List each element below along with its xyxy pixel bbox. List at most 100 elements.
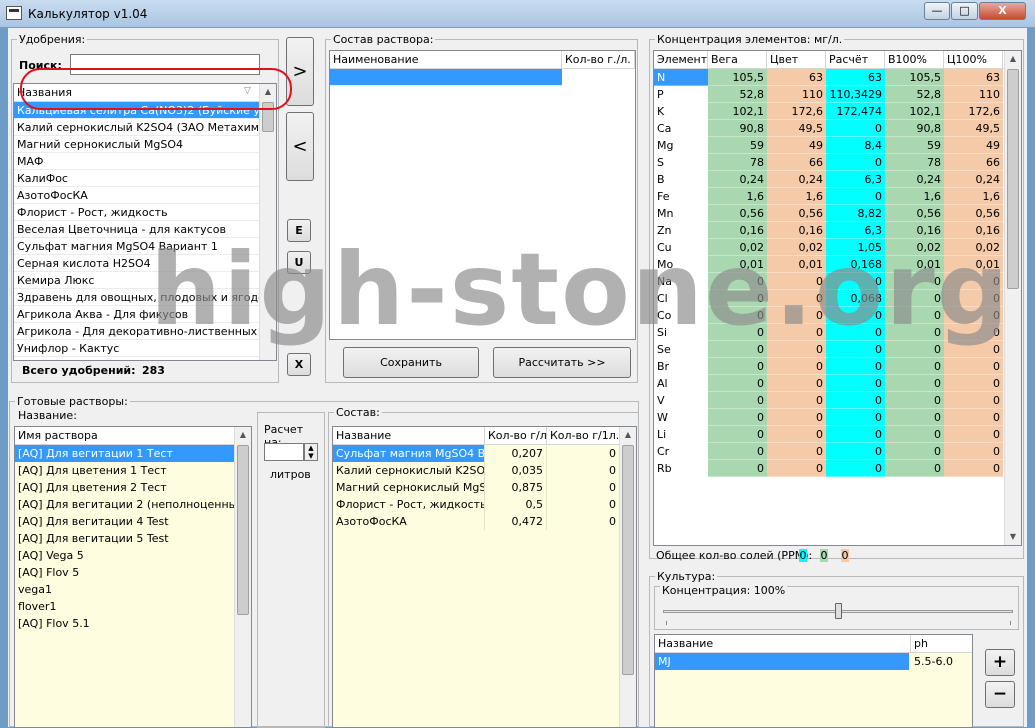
- ready-solution-item[interactable]: [AQ] Для вегитации 1 Тест: [15, 445, 235, 462]
- column-header-value[interactable]: В100%: [885, 51, 944, 69]
- solution-list[interactable]: Наименование Кол-во г./л.: [329, 50, 636, 340]
- scrollbar-thumb[interactable]: [622, 445, 634, 675]
- ready-solutions-header[interactable]: Имя раствора: [15, 427, 235, 445]
- element-row[interactable]: Cl 0 0 0,068 0 0: [654, 290, 1005, 307]
- fertilizer-list-item[interactable]: Веселая Цветочница - для кактусов: [14, 221, 260, 238]
- composition-row[interactable]: АзотоФосКА 0,472 0: [333, 513, 620, 530]
- fertilizer-list-item[interactable]: МАФ: [14, 153, 260, 170]
- elements-table-header[interactable]: Элемент Вега Цвет Расчёт В100% Ц100%: [654, 51, 1005, 69]
- column-header-value[interactable]: Расчёт: [826, 51, 885, 69]
- composition-qty[interactable]: 0,5: [485, 496, 547, 513]
- fertilizer-list-item[interactable]: Сульфат магния MgSO4 Вариант 1: [14, 238, 260, 255]
- element-row[interactable]: Mg 59 49 8,4 59 49: [654, 137, 1005, 154]
- fertilizer-list-item[interactable]: Кемира Люкс: [14, 272, 260, 289]
- scroll-up-arrow-icon[interactable]: ▲: [260, 84, 276, 100]
- element-row[interactable]: W00000: [654, 409, 1005, 426]
- element-row[interactable]: B 0,24 0,24 6,3 0,24 0,24: [654, 171, 1005, 188]
- composition-row[interactable]: Калий сернокислый K2SO4 0,035 0: [333, 462, 620, 479]
- element-row[interactable]: Ca 90,8 49,5 0 90,8 49,5: [654, 120, 1005, 137]
- element-row[interactable]: Cr 0 0 0 0 0: [654, 443, 1005, 460]
- elements-scrollbar[interactable]: ▲ ▼: [1004, 51, 1021, 545]
- element-row[interactable]: Si 0 0 0 0 0: [654, 324, 1005, 341]
- composition-qty[interactable]: 0,035: [485, 462, 547, 479]
- concentration-slider-thumb[interactable]: [835, 603, 842, 619]
- composition-qty[interactable]: 0: [547, 445, 620, 462]
- element-row[interactable]: Zn 0,16 0,16 6,3 0,16 0,16: [654, 222, 1005, 239]
- scroll-up-arrow-icon[interactable]: ▲: [235, 427, 251, 443]
- element-row[interactable]: Co 0 0 0 0 0: [654, 307, 1005, 324]
- elements-table[interactable]: Элемент Вега Цвет Расчёт В100% Ц100% N 105,5 63…: [653, 50, 1022, 546]
- ready-solutions-list[interactable]: Имя раствора [AQ] Для вегитации 1 Тест [A…: [14, 426, 252, 728]
- add-culture-button[interactable]: +: [985, 649, 1015, 676]
- fertilizer-list-item[interactable]: Здравень для овощных, плодовых и ягодовы…: [14, 289, 260, 306]
- fertilizer-list-item[interactable]: АзотоФосКА: [14, 187, 260, 204]
- liters-spinner[interactable]: ▲ ▼: [304, 443, 318, 461]
- element-row[interactable]: Cu 0,02 0,02 1,05 0,02 0,02: [654, 239, 1005, 256]
- culture-row[interactable]: MJ 5.5-6.0: [655, 653, 972, 670]
- scrollbar-thumb[interactable]: [262, 102, 274, 132]
- save-button[interactable]: Сохранить: [343, 347, 479, 378]
- composition-row[interactable]: Флорист - Рост, жидкость 0,5 0: [333, 496, 620, 513]
- calculate-button[interactable]: Рассчитать >>: [493, 347, 631, 378]
- ready-solution-item[interactable]: [AQ] Для вегитации 4 Test: [15, 513, 235, 530]
- ready-solution-item[interactable]: [AQ] Для вегитации 2 (неполноценный): [15, 496, 235, 513]
- element-row[interactable]: Na 0 0 0 0 0: [654, 273, 1005, 290]
- ready-solution-item[interactable]: [AQ] Flov 5: [15, 564, 235, 581]
- edit-button[interactable]: E: [287, 219, 311, 242]
- column-header-g-per-l[interactable]: Кол-во г/л.: [485, 427, 547, 445]
- element-row[interactable]: V00000: [654, 392, 1005, 409]
- ready-solution-item[interactable]: vega1: [15, 581, 235, 598]
- delete-button[interactable]: X: [287, 353, 311, 376]
- search-input[interactable]: [70, 54, 260, 75]
- composition-qty[interactable]: 0: [547, 496, 620, 513]
- fertilizer-list-item[interactable]: Унифлор - Кактус: [14, 340, 260, 357]
- fertilizers-scrollbar[interactable]: ▲: [259, 84, 276, 360]
- fertilizer-list-item[interactable]: Калий сернокислый K2SO4 (ЗАО Метахим): [14, 119, 260, 136]
- column-header-culture-name[interactable]: Название: [655, 635, 911, 653]
- solution-new-row[interactable]: [330, 69, 562, 86]
- scrollbar-thumb[interactable]: [237, 445, 249, 615]
- column-header-ph[interactable]: ph: [911, 635, 972, 653]
- element-row[interactable]: Fe 1,6 1,6 0 1,6 1,6: [654, 188, 1005, 205]
- composition-header[interactable]: Название Кол-во г/л. Кол-во г/1л.: [333, 427, 620, 445]
- liters-input[interactable]: [264, 443, 304, 461]
- column-header-names[interactable]: Названия: [14, 84, 260, 102]
- update-button[interactable]: U: [287, 251, 311, 274]
- element-row[interactable]: Se 0 0 0 0 0: [654, 341, 1005, 358]
- culture-header[interactable]: Название ph: [655, 635, 972, 653]
- fertilizer-list-item[interactable]: Агрикола Аква - Для фикусов: [14, 306, 260, 323]
- element-row[interactable]: Br 0 0 0 0 0: [654, 358, 1005, 375]
- ready-solution-item[interactable]: [AQ] Vega 5: [15, 547, 235, 564]
- column-header-composition-name[interactable]: Название: [333, 427, 485, 445]
- remove-from-solution-button[interactable]: <: [286, 112, 314, 181]
- column-header-qty[interactable]: Кол-во г./л.: [562, 51, 635, 69]
- ready-solution-item[interactable]: [AQ] Для цветения 1 Тест: [15, 462, 235, 479]
- add-to-solution-button[interactable]: >: [286, 37, 314, 106]
- fertilizer-list-item[interactable]: Кальциевая селитра Ca(NO3)2 (Буйские уд-…: [14, 102, 260, 119]
- maximize-button[interactable]: □: [951, 2, 978, 20]
- composition-table[interactable]: Название Кол-во г/л. Кол-во г/1л. Сульфа…: [332, 426, 637, 728]
- element-row[interactable]: Al 0 0 0 0 0: [654, 375, 1005, 392]
- scroll-down-arrow-icon[interactable]: ▼: [1005, 529, 1021, 545]
- ready-solution-item[interactable]: [AQ] Для цветения 2 Тест: [15, 479, 235, 496]
- ready-solutions-scrollbar[interactable]: ▲: [234, 427, 251, 727]
- fertilizers-list-header[interactable]: Названия ▽: [14, 84, 260, 102]
- scroll-up-arrow-icon[interactable]: ▲: [1005, 51, 1021, 67]
- culture-table[interactable]: Название ph MJ 5.5-6.0: [654, 634, 973, 728]
- element-row[interactable]: P 52,8 110 110,3429 52,8 110: [654, 86, 1005, 103]
- composition-qty[interactable]: 0,875: [485, 479, 547, 496]
- composition-qty[interactable]: 0,207: [485, 445, 547, 462]
- composition-qty[interactable]: 0: [547, 479, 620, 496]
- scroll-up-arrow-icon[interactable]: ▲: [620, 427, 636, 443]
- fertilizer-list-item[interactable]: Серная кислота H2SO4: [14, 255, 260, 272]
- element-row[interactable]: Mn 0,56 0,56 8,82 0,56 0,56: [654, 205, 1005, 222]
- element-row[interactable]: Rb 0 0 0 0 0: [654, 460, 1005, 477]
- remove-culture-button[interactable]: −: [985, 681, 1015, 708]
- element-row[interactable]: K 102,1 172,6 172,474 102,1 172,6: [654, 103, 1005, 120]
- column-header-value[interactable]: Цвет: [767, 51, 826, 69]
- element-row[interactable]: Li 0 0 0 0 0: [654, 426, 1005, 443]
- composition-qty[interactable]: 0,472: [485, 513, 547, 530]
- composition-row[interactable]: Сульфат магния MgSO4 Вари0,2070: [333, 445, 620, 462]
- element-row[interactable]: Mo 0,01 0,01 0,168 0,01 0,01: [654, 256, 1005, 273]
- column-header-value[interactable]: Вега: [708, 51, 767, 69]
